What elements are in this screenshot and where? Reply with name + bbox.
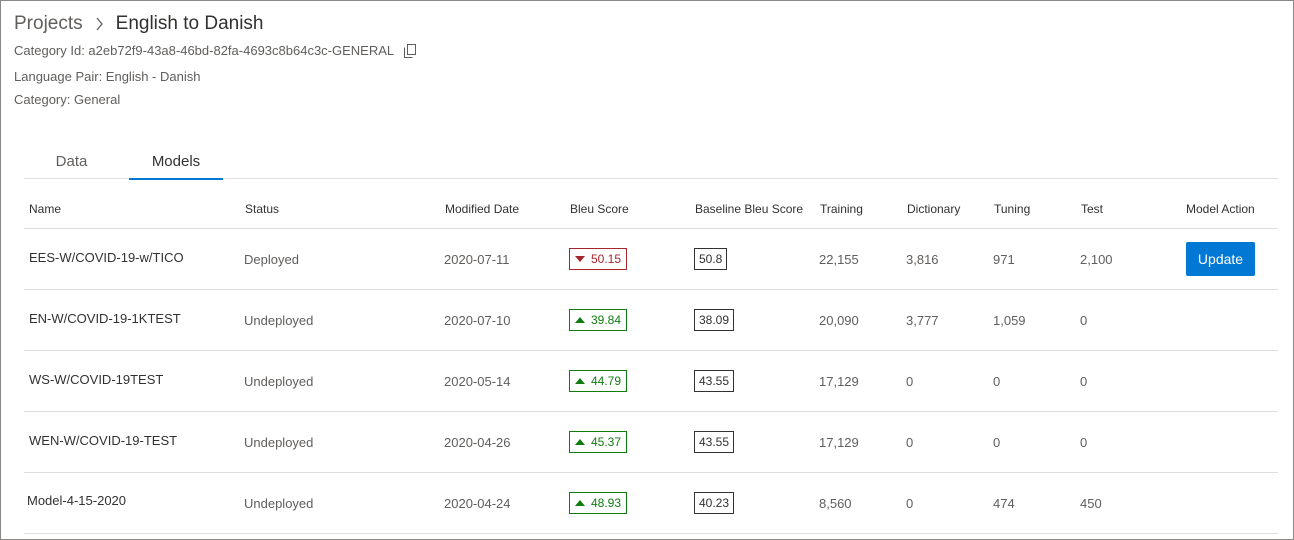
baseline-bleu-score: 38.09 <box>694 309 735 331</box>
dictionary-count: 0 <box>906 374 914 389</box>
model-name[interactable]: EN-W/COVID-19-1KTEST <box>29 311 181 326</box>
column-header-bleu-score[interactable]: Bleu Score <box>570 202 629 216</box>
model-name[interactable]: EES-W/COVID-19-w/TICO <box>29 250 184 265</box>
modified-date: 2020-07-11 <box>444 252 510 267</box>
tuning-count: 474 <box>993 496 1015 511</box>
tuning-count: 1,059 <box>993 313 1026 328</box>
copy-icon[interactable] <box>404 43 417 58</box>
triangle-up-icon <box>575 500 585 506</box>
modified-date: 2020-04-24 <box>444 496 511 511</box>
test-count: 0 <box>1080 313 1088 328</box>
category-id-line: Category Id: a2eb72f9-43a8-46bd-82fa-469… <box>14 43 417 58</box>
bleu-score-badge: 50.15 <box>569 248 628 270</box>
model-status: Undeployed <box>244 496 314 511</box>
column-header-status[interactable]: Status <box>245 202 279 216</box>
training-count: 22,155 <box>819 252 859 267</box>
bleu-score-value: 48.93 <box>591 496 622 510</box>
test-count: 0 <box>1080 374 1088 389</box>
model-name[interactable]: WEN-W/COVID-19-TEST <box>29 433 177 448</box>
triangle-down-icon <box>575 256 585 262</box>
category-text: Category: General <box>14 92 121 107</box>
test-count: 0 <box>1080 435 1088 450</box>
column-header-baseline-bleu-score[interactable]: Baseline Bleu Score <box>695 202 803 216</box>
model-name[interactable]: Model-4-15-2020 <box>27 493 126 508</box>
tuning-count: 0 <box>993 435 1001 450</box>
update-button[interactable]: Update <box>1186 242 1255 276</box>
table-row[interactable]: EES-W/COVID-19-w/TICO Deployed 2020-07-1… <box>24 229 1278 290</box>
chevron-right-icon <box>95 17 104 31</box>
modified-date: 2020-04-26 <box>444 435 511 450</box>
baseline-bleu-score: 50.8 <box>694 248 728 270</box>
project-detail-panel: Projects English to Danish Category Id: … <box>0 0 1294 540</box>
bleu-score-value: 44.79 <box>591 374 622 388</box>
table-header-row: Name Status Modified Date Bleu Score Bas… <box>24 188 1278 229</box>
test-count: 450 <box>1080 496 1102 511</box>
column-header-training[interactable]: Training <box>820 202 863 216</box>
baseline-bleu-score: 40.23 <box>694 492 735 514</box>
column-header-name[interactable]: Name <box>29 202 61 216</box>
column-header-dictionary[interactable]: Dictionary <box>907 202 960 216</box>
training-count: 20,090 <box>819 313 859 328</box>
table-row[interactable]: Model-4-15-2020 Undeployed 2020-04-24 48… <box>24 473 1278 534</box>
training-count: 8,560 <box>819 496 852 511</box>
model-name[interactable]: WS-W/COVID-19TEST <box>29 372 163 387</box>
column-header-model-action: Model Action <box>1186 202 1255 216</box>
model-status: Deployed <box>244 252 299 267</box>
language-pair-text: Language Pair: English - Danish <box>14 69 201 84</box>
bleu-score-badge: 44.79 <box>569 370 628 392</box>
column-header-tuning[interactable]: Tuning <box>994 202 1030 216</box>
bleu-score-value: 50.15 <box>591 252 622 266</box>
triangle-up-icon <box>575 439 585 445</box>
table-row[interactable]: WEN-W/COVID-19-TEST Undeployed 2020-04-2… <box>24 412 1278 473</box>
bleu-score-value: 45.37 <box>591 435 622 449</box>
column-header-modified-date[interactable]: Modified Date <box>445 202 519 216</box>
bleu-score-badge: 39.84 <box>569 309 628 331</box>
column-header-test[interactable]: Test <box>1081 202 1103 216</box>
category-id-text: Category Id: a2eb72f9-43a8-46bd-82fa-469… <box>14 43 395 58</box>
model-status: Undeployed <box>244 313 314 328</box>
triangle-up-icon <box>575 378 585 384</box>
dictionary-count: 3,816 <box>906 252 939 267</box>
model-status: Undeployed <box>244 435 314 450</box>
tab-models[interactable]: Models <box>129 149 223 180</box>
tuning-count: 0 <box>993 374 1001 389</box>
dictionary-count: 0 <box>906 496 914 511</box>
bleu-score-badge: 45.37 <box>569 431 628 453</box>
bleu-score-badge: 48.93 <box>569 492 628 514</box>
modified-date: 2020-05-14 <box>444 374 511 389</box>
baseline-bleu-score: 43.55 <box>694 370 735 392</box>
table-row[interactable]: WS-W/COVID-19TEST Undeployed 2020-05-14 … <box>24 351 1278 412</box>
page-title: English to Danish <box>115 13 264 34</box>
table-row[interactable]: EN-W/COVID-19-1KTEST Undeployed 2020-07-… <box>24 290 1278 351</box>
tab-data[interactable]: Data <box>24 149 119 178</box>
dictionary-count: 3,777 <box>906 313 939 328</box>
baseline-bleu-score: 43.55 <box>694 431 735 453</box>
tab-bar: Data Models <box>24 149 1278 180</box>
breadcrumb: Projects English to Danish <box>14 11 264 37</box>
training-count: 17,129 <box>819 374 859 389</box>
dictionary-count: 0 <box>906 435 914 450</box>
triangle-up-icon <box>575 317 585 323</box>
training-count: 17,129 <box>819 435 859 450</box>
test-count: 2,100 <box>1080 252 1113 267</box>
breadcrumb-projects-link[interactable]: Projects <box>14 13 83 35</box>
bleu-score-value: 39.84 <box>591 313 622 327</box>
tuning-count: 971 <box>993 252 1015 267</box>
model-status: Undeployed <box>244 374 314 389</box>
modified-date: 2020-07-10 <box>444 313 511 328</box>
